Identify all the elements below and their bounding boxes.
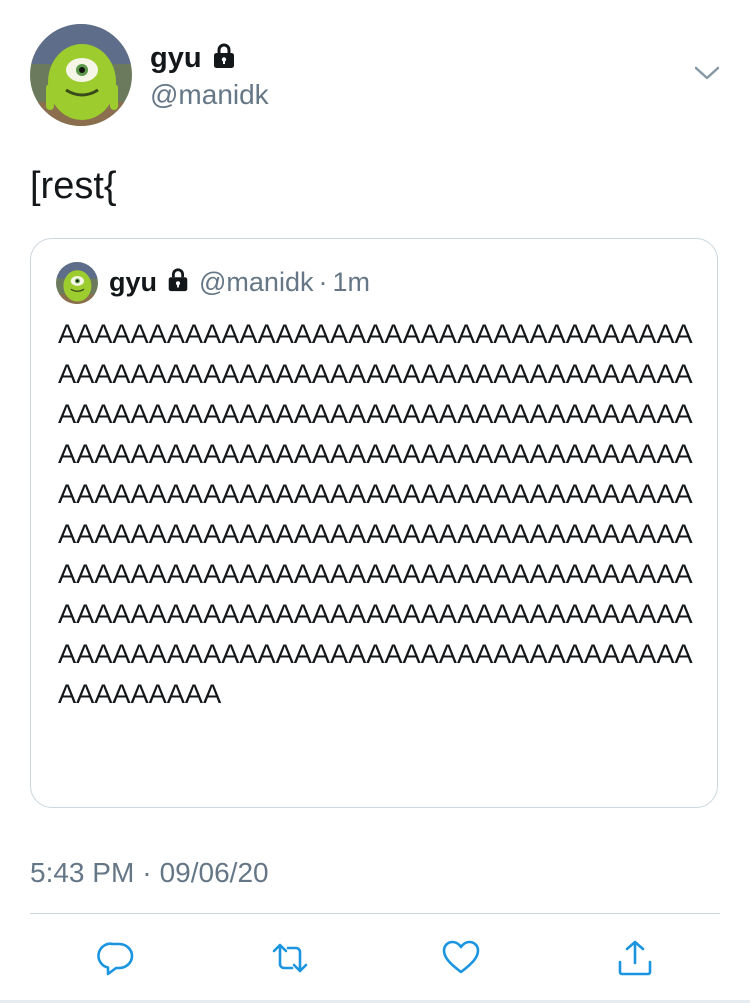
retweet-icon: [272, 943, 308, 973]
reply-icon: [97, 942, 134, 976]
quoted-tweet-card[interactable]: gyu @manidk · 1m AAAAAAAAAAAAAAAAAAAAAAA…: [30, 238, 718, 808]
share-icon: [618, 940, 652, 976]
author-name-row: gyu: [150, 40, 238, 76]
divider: [30, 913, 720, 914]
chevron-down-icon[interactable]: [692, 62, 722, 89]
quoted-handle: @manidk: [199, 267, 314, 297]
tweet-text: [rest{: [30, 165, 117, 207]
lock-icon: [210, 42, 238, 75]
author-display-name[interactable]: gyu: [150, 40, 202, 76]
author-avatar[interactable]: [30, 24, 132, 126]
mike-wazowski-avatar-icon: [56, 262, 98, 304]
heart-icon: [442, 940, 480, 974]
reply-button[interactable]: [96, 938, 136, 978]
lock-icon: [165, 267, 191, 298]
mike-wazowski-avatar-icon: [30, 24, 132, 126]
author-handle[interactable]: @manidk: [150, 78, 269, 112]
timestamp-separator: ·: [142, 857, 152, 888]
like-button[interactable]: [441, 938, 481, 978]
tweet-date: 09/06/20: [159, 857, 269, 888]
tweet-timestamp[interactable]: 5:43 PM · 09/06/20: [30, 855, 269, 891]
quoted-author-avatar[interactable]: [56, 262, 98, 304]
share-button[interactable]: [615, 938, 655, 978]
quoted-tweet-text: AAAAAAAAAAAAAAAAAAAAAAAAAAAAAAAAAAAAAAAA…: [58, 318, 693, 709]
quoted-display-name: gyu: [109, 267, 158, 297]
quoted-separator: ·: [318, 267, 328, 297]
retweet-button[interactable]: [270, 938, 310, 978]
quoted-tweet-header: gyu @manidk · 1m: [109, 265, 370, 299]
quoted-time: 1m: [332, 267, 370, 297]
tweet-time: 5:43 PM: [30, 857, 135, 888]
